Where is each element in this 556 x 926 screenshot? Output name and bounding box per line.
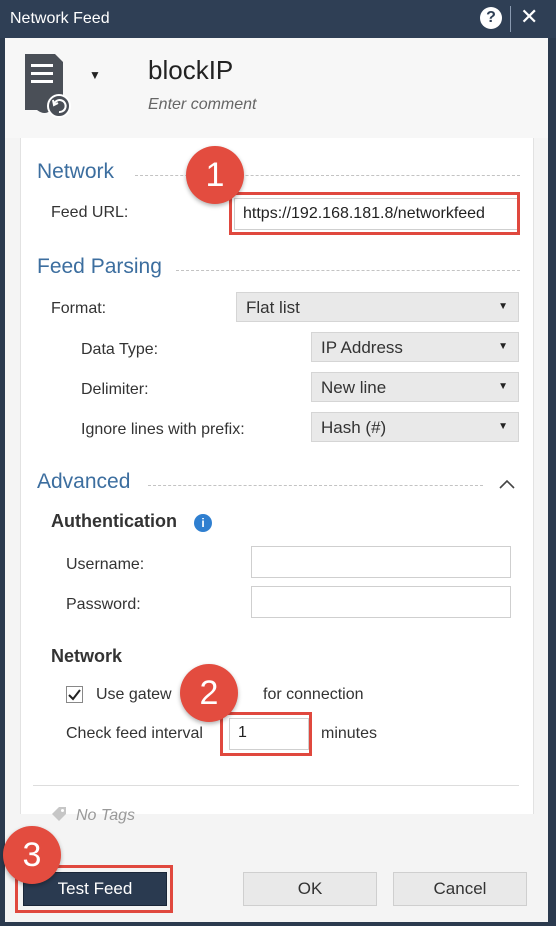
data-type-value: IP Address [321, 338, 403, 357]
feed-name[interactable]: blockIP [148, 55, 233, 86]
format-value: Flat list [246, 298, 300, 317]
password-input[interactable] [251, 586, 511, 618]
step-badge: 2 [180, 664, 238, 722]
ok-button[interactable]: OK [243, 872, 377, 906]
data-type-select[interactable]: IP Address ▼ [311, 332, 519, 362]
gateway-label-end: for connection [263, 686, 364, 703]
help-icon[interactable]: ? [480, 7, 502, 29]
minutes-label: minutes [321, 725, 378, 742]
password-label: Password: [66, 596, 141, 613]
format-label: Format: [51, 300, 107, 317]
window-title: Network Feed [10, 10, 110, 27]
ignore-prefix-value: Hash (#) [321, 418, 387, 437]
authentication-heading: Authentication [51, 511, 177, 531]
divider [148, 485, 483, 486]
format-select[interactable]: Flat list ▼ [236, 292, 519, 322]
step-badge: 1 [186, 146, 244, 204]
ignore-prefix-select[interactable]: Hash (#) ▼ [311, 412, 519, 442]
info-icon[interactable]: i [194, 514, 212, 532]
chevron-down-icon: ▼ [498, 301, 508, 312]
highlight-interval [220, 712, 312, 756]
tags-divider [33, 785, 519, 786]
username-label: Username: [66, 556, 145, 573]
comment-field[interactable]: Enter comment [148, 96, 256, 114]
username-input[interactable] [251, 546, 511, 578]
chevron-down-icon: ▼ [498, 421, 508, 432]
feed-document-icon[interactable] [23, 50, 71, 122]
network-heading: Network [51, 646, 123, 666]
section-network: Network [37, 160, 115, 183]
highlight-feed-url [229, 192, 520, 235]
feed-header: ▼ blockIP Enter comment [5, 38, 548, 138]
data-type-label: Data Type: [81, 341, 159, 358]
section-feed-parsing: Feed Parsing [37, 255, 162, 278]
cancel-button[interactable]: Cancel [393, 872, 527, 906]
ignore-prefix-label: Ignore lines with prefix: [81, 421, 245, 438]
interval-label: Check feed interval [66, 725, 203, 742]
titlebar-divider [510, 6, 511, 32]
chevron-down-icon: ▼ [498, 341, 508, 352]
chevron-up-icon[interactable] [498, 478, 516, 490]
divider [176, 270, 520, 271]
gateway-label: Use gatew [96, 686, 172, 703]
gateway-checkbox[interactable] [66, 686, 83, 703]
chevron-down-icon: ▼ [498, 381, 508, 392]
feed-url-label: Feed URL: [51, 204, 129, 221]
checkmark-icon [68, 689, 81, 701]
icon-dropdown-caret[interactable]: ▼ [89, 68, 101, 82]
delimiter-label: Delimiter: [81, 381, 149, 398]
title-bar: Network Feed ? ✕ [0, 0, 556, 38]
delimiter-value: New line [321, 378, 387, 397]
dialog-window: ▼ blockIP Enter comment Network Feed URL… [5, 38, 548, 922]
tags-field[interactable]: No Tags [76, 807, 135, 825]
step-badge: 3 [3, 826, 61, 884]
section-advanced: Advanced [37, 470, 131, 493]
close-icon[interactable]: ✕ [520, 4, 538, 30]
tag-icon [52, 807, 66, 821]
delimiter-select[interactable]: New line ▼ [311, 372, 519, 402]
